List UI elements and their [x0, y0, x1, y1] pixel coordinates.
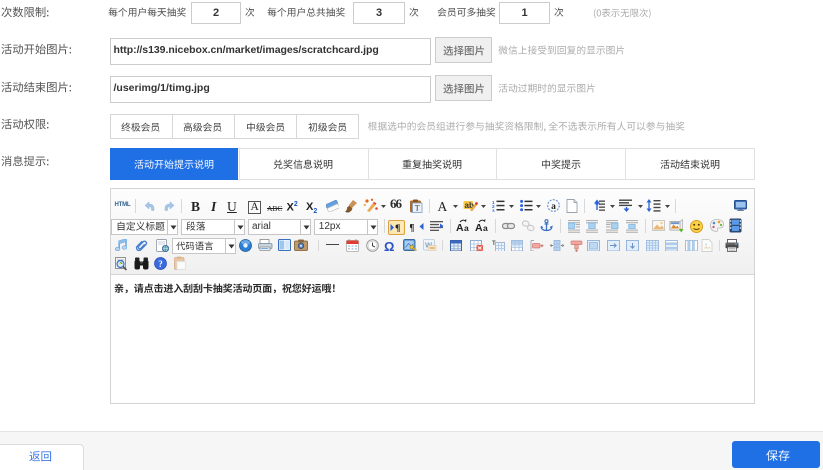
svg-text:?: ?	[158, 259, 163, 269]
svg-text:A: A	[456, 222, 464, 232]
svg-text:A: A	[475, 222, 483, 232]
svg-text:a: a	[483, 223, 488, 232]
svg-text:a: a	[551, 202, 556, 212]
svg-text:¶: ¶	[410, 223, 414, 232]
svg-text:¶: ¶	[395, 223, 400, 232]
svg-text:a: a	[464, 223, 469, 232]
svg-text:T: T	[415, 204, 420, 213]
svg-text:3: 3	[492, 208, 495, 212]
